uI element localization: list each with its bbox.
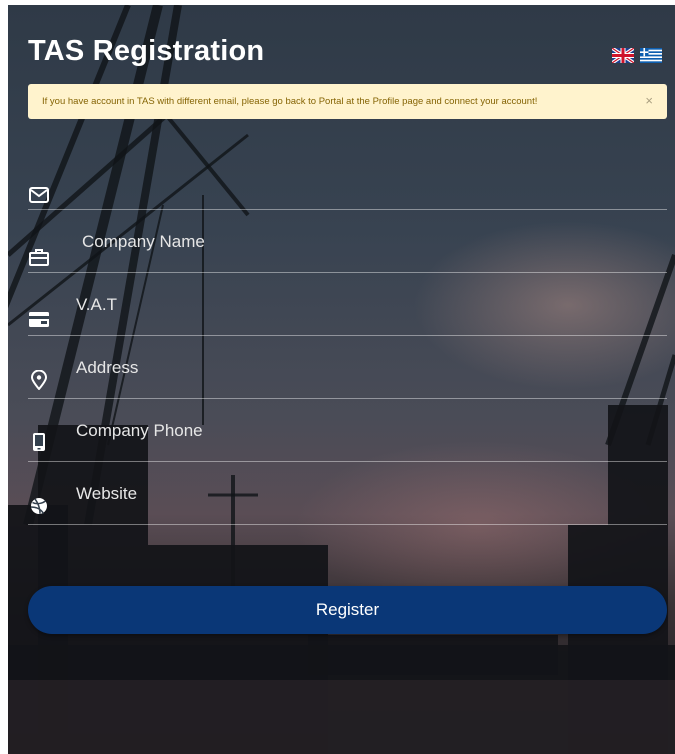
alert-message: If you have account in TAS with differen…: [42, 96, 538, 107]
uk-flag-icon[interactable]: [612, 48, 634, 63]
company-name-field: [28, 210, 667, 274]
email-field: [28, 147, 667, 211]
email-input[interactable]: [74, 147, 667, 211]
vat-input[interactable]: [74, 273, 667, 337]
language-switcher: [612, 48, 662, 63]
map-pin-icon: [30, 370, 48, 390]
page-title: TAS Registration: [28, 35, 265, 67]
address-input[interactable]: [74, 336, 667, 400]
company-phone-input[interactable]: [74, 399, 667, 463]
briefcase-icon: [29, 249, 49, 266]
envelope-icon: [29, 187, 49, 203]
credit-card-icon: [29, 312, 49, 327]
company-name-input[interactable]: [80, 210, 667, 274]
account-notice-alert: If you have account in TAS with differen…: [28, 84, 667, 119]
register-button[interactable]: Register: [28, 586, 667, 634]
website-field: [28, 462, 667, 526]
mobile-phone-icon: [33, 433, 45, 451]
address-field: [28, 336, 667, 400]
website-input[interactable]: [74, 462, 667, 526]
vat-field: [28, 273, 667, 337]
registration-page: TAS Registration If you have account in …: [8, 5, 675, 754]
company-phone-field: [28, 399, 667, 463]
close-icon[interactable]: ×: [645, 93, 653, 108]
dribbble-icon: [30, 498, 47, 514]
greece-flag-icon[interactable]: [640, 48, 662, 63]
